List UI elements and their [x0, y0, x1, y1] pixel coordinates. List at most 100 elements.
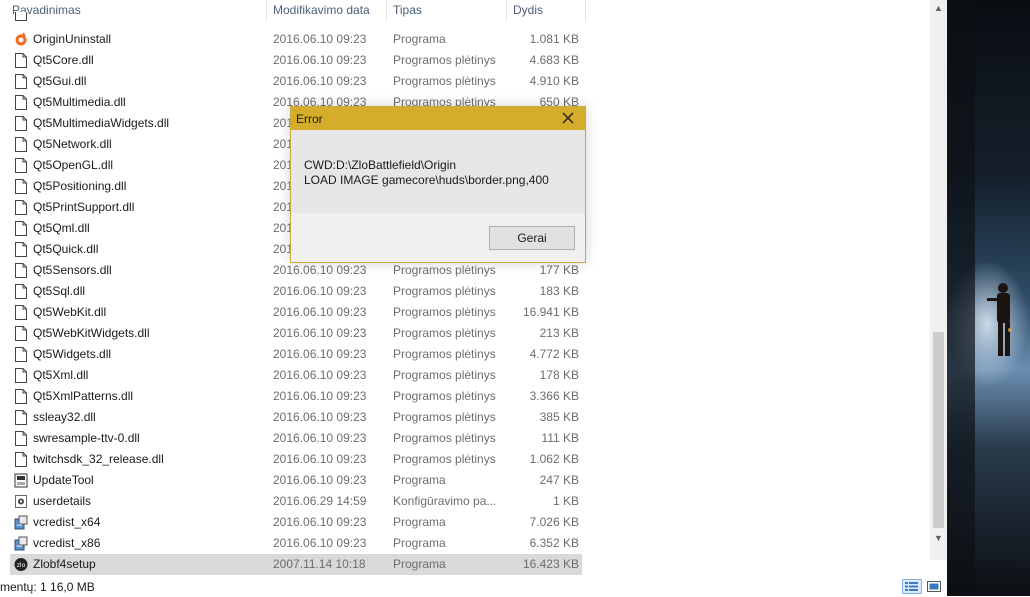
list-item[interactable]: Qt5XmlPatterns.dll 2016.06.10 09:23 Progra… [10, 386, 582, 407]
dialog-titlebar[interactable]: Error [291, 107, 585, 130]
list-item[interactable]: userdetails 2016.06.29 14:59 Konfigūravimo… [10, 491, 582, 512]
file-size: 247 KB [539, 473, 579, 487]
dll-file-icon [14, 137, 28, 152]
file-type: Programos plėtinys [393, 368, 496, 382]
large-icons-view-icon [927, 581, 941, 592]
dialog-message-line2: LOAD IMAGE gamecore\huds\border.png,400 [304, 173, 549, 187]
dll-file-icon [14, 452, 28, 467]
file-size: 213 KB [539, 326, 579, 340]
list-item[interactable]: Qt5Xml.dll 2016.06.10 09:23 Programos plėt… [10, 365, 582, 386]
file-date: 2016.06.10 09:23 [273, 410, 367, 424]
file-name: Qt5Positioning.dll [33, 179, 127, 193]
file-size: 4.683 KB [529, 53, 579, 67]
file-name: Qt5PrintSupport.dll [33, 200, 135, 214]
file-size: 183 KB [539, 284, 579, 298]
dialog-message-line1: CWD:D:\ZloBattlefield\Origin [304, 158, 457, 172]
file-type: Programos plėtinys [393, 389, 496, 403]
dll-file-icon [14, 242, 28, 257]
list-item[interactable]: vcredist_x86 2016.06.10 09:23 Programa 6.35… [10, 533, 582, 554]
dll-file-icon [14, 410, 28, 425]
ok-button[interactable]: Gerai [489, 226, 575, 250]
file-type: Konfigūravimo pa... [393, 494, 497, 508]
file-size: 177 KB [539, 263, 579, 277]
list-item[interactable]: Qt5Sql.dll 2016.06.10 09:23 Programos plėt… [10, 281, 582, 302]
list-item[interactable]: twitchsdk_32_release.dll 2016.06.10 09:23… [10, 449, 582, 470]
installer-icon [14, 536, 28, 551]
file-date: 2007.11.14 10:18 [273, 557, 366, 571]
file-size: 6.352 KB [529, 536, 579, 550]
file-date: 2016.06.10 09:23 [273, 305, 367, 319]
details-view-icon [905, 582, 918, 591]
dll-file-icon [14, 158, 28, 173]
file-date: 2016.06.10 09:23 [273, 32, 367, 46]
large-icons-view-button[interactable] [926, 579, 942, 594]
file-type: Programa [393, 536, 446, 550]
file-name: Qt5Sql.dll [33, 284, 86, 298]
update-tool-icon [14, 473, 28, 488]
file-type: Programos plėtinys [393, 431, 496, 445]
file-name: Qt5MultimediaWidgets.dll [33, 116, 170, 130]
file-name: Qt5OpenGL.dll [33, 158, 114, 172]
file-size: 4.910 KB [529, 74, 579, 88]
file-type: Programos plėtinys [393, 452, 496, 466]
file-size: 3.366 KB [529, 389, 579, 403]
file-date: 2016.06.10 09:23 [273, 389, 367, 403]
dll-file-icon [14, 179, 28, 194]
list-item[interactable]: Qt5Widgets.dll 2016.06.10 09:23 Programos … [10, 344, 582, 365]
file-icon [14, 12, 28, 21]
list-item[interactable]: swresample-ttv-0.dll 2016.06.10 09:23 Prog… [10, 428, 582, 449]
list-item[interactable]: UpdateTool 2016.06.10 09:23 Programa 247 KB [10, 470, 582, 491]
file-name: Qt5XmlPatterns.dll [33, 389, 134, 403]
scroll-up-icon[interactable]: ▲ [930, 0, 947, 17]
file-name: Qt5Quick.dll [33, 242, 99, 256]
file-type: Programos plėtinys [393, 347, 496, 361]
file-date: 2016.06.29 14:59 [273, 494, 367, 508]
list-item[interactable]: Qt5Sensors.dll 2016.06.10 09:23 Programos … [10, 260, 582, 281]
dll-file-icon [14, 368, 28, 383]
scroll-thumb[interactable] [933, 332, 944, 528]
list-item[interactable]: Qt5WebKitWidgets.dll 2016.06.10 09:23 Prog… [10, 323, 582, 344]
file-type: Programa [393, 515, 446, 529]
dll-file-icon [14, 305, 28, 320]
vertical-scrollbar[interactable]: ▲ ▼ [930, 0, 947, 560]
file-type: Programos plėtinys [393, 284, 496, 298]
list-item[interactable]: zlo Zlobf4setup 2007.11.14 10:18 Programa 16… [10, 554, 582, 575]
file-size: 178 KB [539, 368, 579, 382]
file-name: vcredist_x86 [33, 536, 101, 550]
list-item[interactable]: Qt5WebKit.dll 2016.06.10 09:23 Programos p… [10, 302, 582, 323]
file-name: vcredist_x64 [33, 515, 101, 529]
close-icon[interactable] [561, 111, 575, 125]
file-name: twitchsdk_32_release.dll [33, 452, 164, 466]
dll-file-icon [14, 389, 28, 404]
file-name: userdetails [33, 494, 92, 508]
list-item[interactable]: Qt5Gui.dll 2016.06.10 09:23 Programos plėt… [10, 71, 582, 92]
details-view-button[interactable] [902, 579, 922, 594]
file-name: Qt5Gui.dll [33, 74, 87, 88]
list-item-partial[interactable] [10, 12, 582, 22]
file-date: 2016.06.10 09:23 [273, 515, 367, 529]
list-item[interactable]: Qt5Core.dll 2016.06.10 09:23 Programos plė… [10, 50, 582, 71]
config-file-icon [14, 494, 28, 509]
file-type: Programos plėtinys [393, 326, 496, 340]
file-name: Qt5Network.dll [33, 137, 112, 151]
list-item[interactable]: ssleay32.dll 2016.06.10 09:23 Programos pl… [10, 407, 582, 428]
file-name: Qt5Core.dll [33, 53, 94, 67]
scroll-down-icon[interactable]: ▼ [930, 530, 947, 547]
file-date: 2016.06.10 09:23 [273, 347, 367, 361]
file-type: Programos plėtinys [393, 74, 496, 88]
file-type: Programos plėtinys [393, 263, 496, 277]
svg-text:zlo: zlo [17, 562, 26, 569]
list-item[interactable]: OriginUninstall 2016.06.10 09:23 Programa 1… [10, 29, 582, 50]
column-divider[interactable] [585, 0, 586, 22]
file-type: Programos plėtinys [393, 305, 496, 319]
list-item[interactable]: vcredist_x64 2016.06.10 09:23 Programa 7.02… [10, 512, 582, 533]
file-name: Qt5WebKit.dll [33, 305, 107, 319]
background-game-art [947, 0, 1030, 596]
file-size: 385 KB [539, 410, 579, 424]
file-size: 16.423 KB [522, 557, 579, 571]
origin-app-icon [14, 32, 28, 47]
dll-file-icon [14, 263, 28, 278]
file-name: Qt5Xml.dll [33, 368, 89, 382]
status-bar: mentų: 1 16,0 MB [0, 576, 947, 596]
file-date: 2016.06.10 09:23 [273, 74, 367, 88]
